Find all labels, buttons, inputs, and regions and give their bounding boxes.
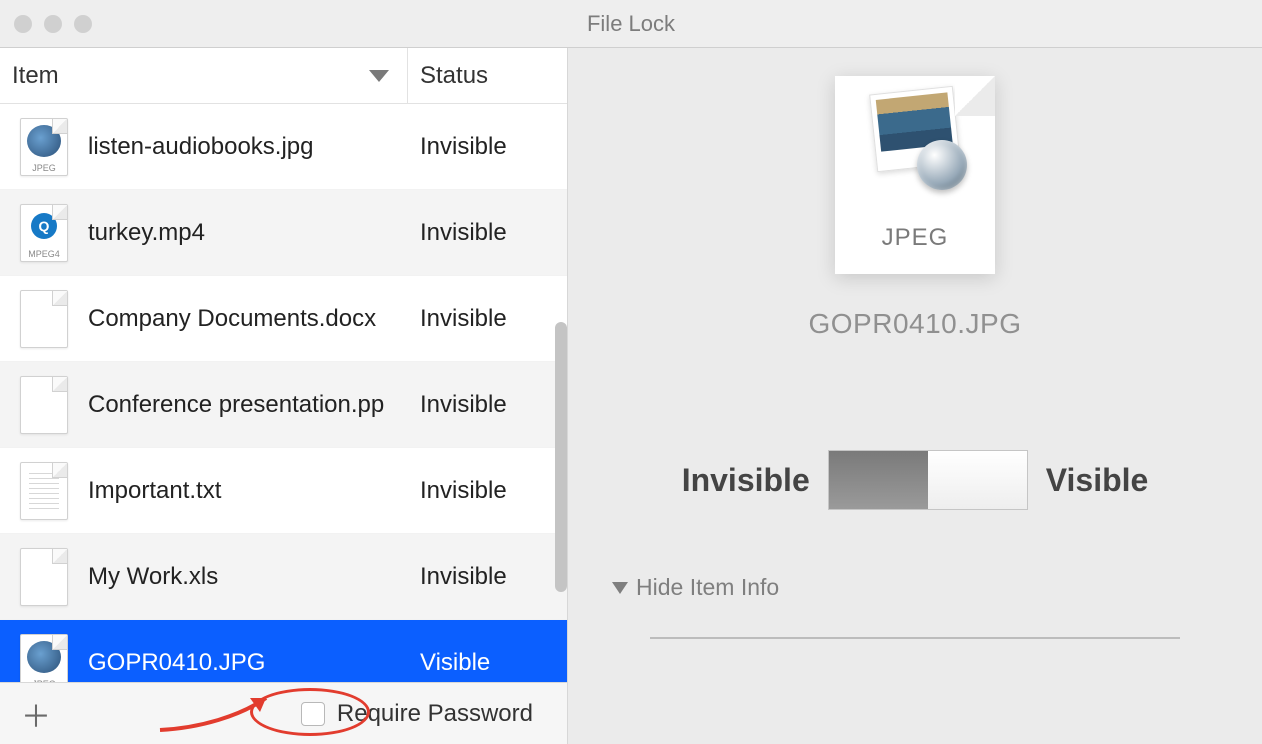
preview-panel: JPEG GOPR0410.JPG Invisible Visible Hide… bbox=[568, 48, 1262, 744]
jpeg-file-icon: JPEG bbox=[20, 118, 68, 176]
titlebar: File Lock bbox=[0, 0, 1262, 48]
table-row[interactable]: MPEG4 turkey.mp4 Invisible bbox=[0, 190, 567, 276]
add-button[interactable]: ＋ bbox=[18, 696, 54, 732]
scrollbar[interactable] bbox=[555, 322, 567, 672]
file-status: Invisible bbox=[408, 133, 567, 161]
file-status: Invisible bbox=[408, 219, 567, 247]
item-column-label: Item bbox=[12, 62, 59, 90]
document-file-icon bbox=[20, 290, 68, 348]
table-row[interactable]: JPEG GOPR0410.JPG Visible bbox=[0, 620, 567, 682]
table-row[interactable]: Company Documents.docx Invisible bbox=[0, 276, 567, 362]
status-column-label: Status bbox=[420, 62, 488, 89]
file-status: Invisible bbox=[408, 391, 567, 419]
file-status: Invisible bbox=[408, 305, 567, 333]
file-name: Important.txt bbox=[88, 477, 408, 505]
file-name: listen-audiobooks.jpg bbox=[88, 133, 408, 161]
zoom-window-button[interactable] bbox=[74, 15, 92, 33]
file-preview-icon: JPEG bbox=[835, 76, 995, 274]
bottom-bar: ＋ Require Password bbox=[0, 682, 567, 744]
file-name: My Work.xls bbox=[88, 563, 408, 591]
table-row[interactable]: Important.txt Invisible bbox=[0, 448, 567, 534]
toggle-invisible-side[interactable] bbox=[829, 451, 928, 509]
require-password-checkbox[interactable]: Require Password bbox=[301, 700, 533, 728]
document-file-icon bbox=[20, 548, 68, 606]
item-column-header[interactable]: Item bbox=[0, 48, 408, 103]
file-list-panel: Item Status JPEG listen-audiobooks.jpg I… bbox=[0, 48, 568, 744]
scroll-thumb[interactable] bbox=[555, 322, 567, 592]
file-status: Invisible bbox=[408, 563, 567, 591]
disclosure-triangle-icon bbox=[612, 582, 628, 594]
preview-filename: GOPR0410.JPG bbox=[809, 308, 1022, 340]
toggle-visible-side[interactable] bbox=[928, 451, 1027, 509]
loupe-icon bbox=[917, 140, 967, 190]
text-file-icon bbox=[20, 462, 68, 520]
sort-chevron-icon bbox=[369, 70, 389, 82]
file-name: Company Documents.docx bbox=[88, 305, 408, 333]
file-name: Conference presentation.pp bbox=[88, 391, 408, 419]
window-title: File Lock bbox=[587, 11, 675, 37]
file-type-label: JPEG bbox=[882, 224, 949, 252]
file-list: JPEG listen-audiobooks.jpg Invisible MPE… bbox=[0, 104, 567, 682]
status-column-header[interactable]: Status bbox=[408, 62, 488, 90]
annotation-arrow-icon bbox=[150, 688, 280, 734]
visibility-toggle-row: Invisible Visible bbox=[682, 450, 1149, 510]
column-headers: Item Status bbox=[0, 48, 567, 104]
visibility-toggle[interactable] bbox=[828, 450, 1028, 510]
require-password-label: Require Password bbox=[337, 700, 533, 728]
video-file-icon: MPEG4 bbox=[20, 204, 68, 262]
hide-item-info-label: Hide Item Info bbox=[636, 574, 779, 601]
table-row[interactable]: Conference presentation.pp Invisible bbox=[0, 362, 567, 448]
divider bbox=[650, 637, 1180, 639]
table-row[interactable]: JPEG listen-audiobooks.jpg Invisible bbox=[0, 104, 567, 190]
file-name: GOPR0410.JPG bbox=[88, 649, 408, 677]
jpeg-file-icon: JPEG bbox=[20, 634, 68, 683]
toggle-visible-label: Visible bbox=[1046, 462, 1149, 499]
document-file-icon bbox=[20, 376, 68, 434]
table-row[interactable]: My Work.xls Invisible bbox=[0, 534, 567, 620]
minimize-window-button[interactable] bbox=[44, 15, 62, 33]
file-name: turkey.mp4 bbox=[88, 219, 408, 247]
traffic-lights bbox=[14, 15, 92, 33]
file-status: Invisible bbox=[408, 477, 567, 505]
close-window-button[interactable] bbox=[14, 15, 32, 33]
toggle-invisible-label: Invisible bbox=[682, 462, 810, 499]
file-status: Visible bbox=[408, 649, 567, 677]
hide-item-info-toggle[interactable]: Hide Item Info bbox=[612, 574, 779, 601]
checkbox-box[interactable] bbox=[301, 702, 325, 726]
